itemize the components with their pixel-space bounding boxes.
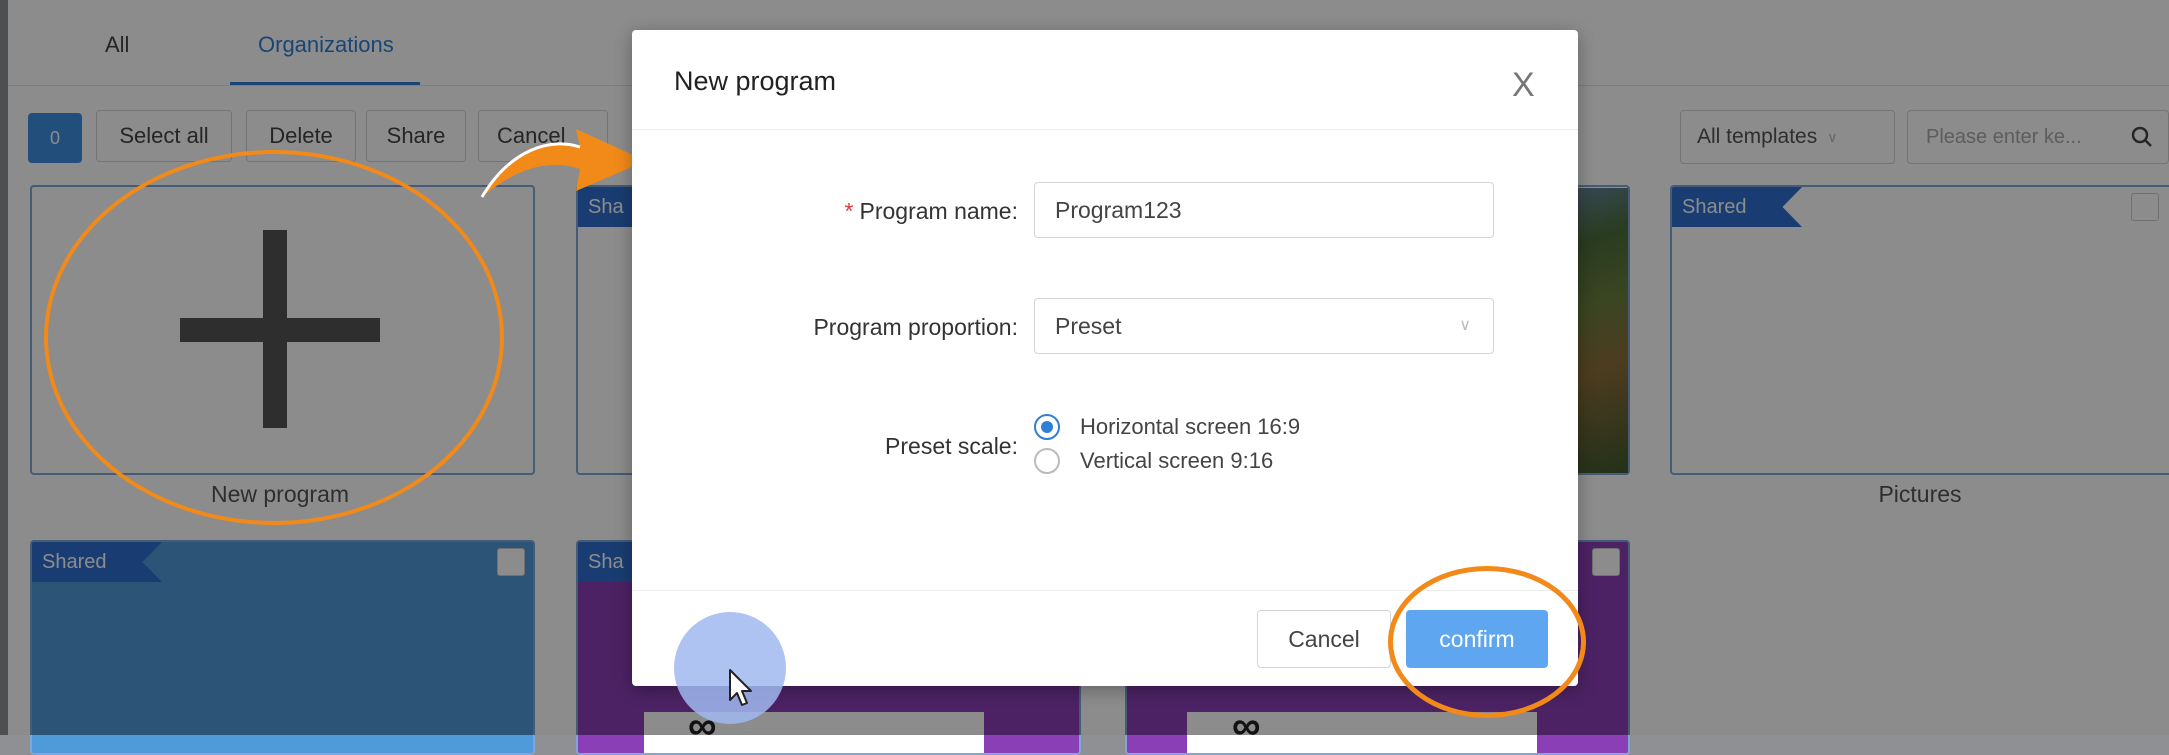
annotation-arrow [480, 129, 646, 198]
radio-option-horizontal[interactable]: Horizontal screen 16:9 [1034, 414, 1300, 440]
mouse-pointer-icon [729, 669, 752, 706]
dialog-title: New program [674, 66, 837, 96]
radio-label-horizontal: Horizontal screen 16:9 [1080, 414, 1301, 439]
radio-button[interactable] [1034, 448, 1060, 474]
program-name-label: * Program name: [845, 198, 1018, 225]
radio-button-checked[interactable] [1034, 414, 1060, 440]
close-icon[interactable]: X [1512, 68, 1535, 102]
highlight-ellipse-new-program [44, 150, 504, 525]
radio-label-vertical: Vertical screen 9:16 [1080, 448, 1274, 473]
program-proportion-value: Preset [1055, 312, 1122, 339]
program-name-input[interactable]: Program123 [1034, 182, 1494, 238]
radio-option-vertical[interactable]: Vertical screen 9:16 [1034, 448, 1273, 474]
program-proportion-select[interactable]: Preset ∨ [1034, 298, 1494, 354]
highlight-ellipse-confirm [1388, 566, 1586, 718]
dialog-header-divider [632, 129, 1578, 130]
program-name-value: Program123 [1055, 196, 1182, 223]
program-name-label-text: Program name: [859, 198, 1018, 224]
required-mark: * [844, 198, 854, 224]
cancel-button[interactable]: Cancel [1257, 610, 1391, 668]
chevron-down-icon: ∨ [1459, 317, 1471, 334]
preset-scale-label: Preset scale: [885, 433, 1018, 459]
program-proportion-label: Program proportion: [813, 314, 1018, 340]
